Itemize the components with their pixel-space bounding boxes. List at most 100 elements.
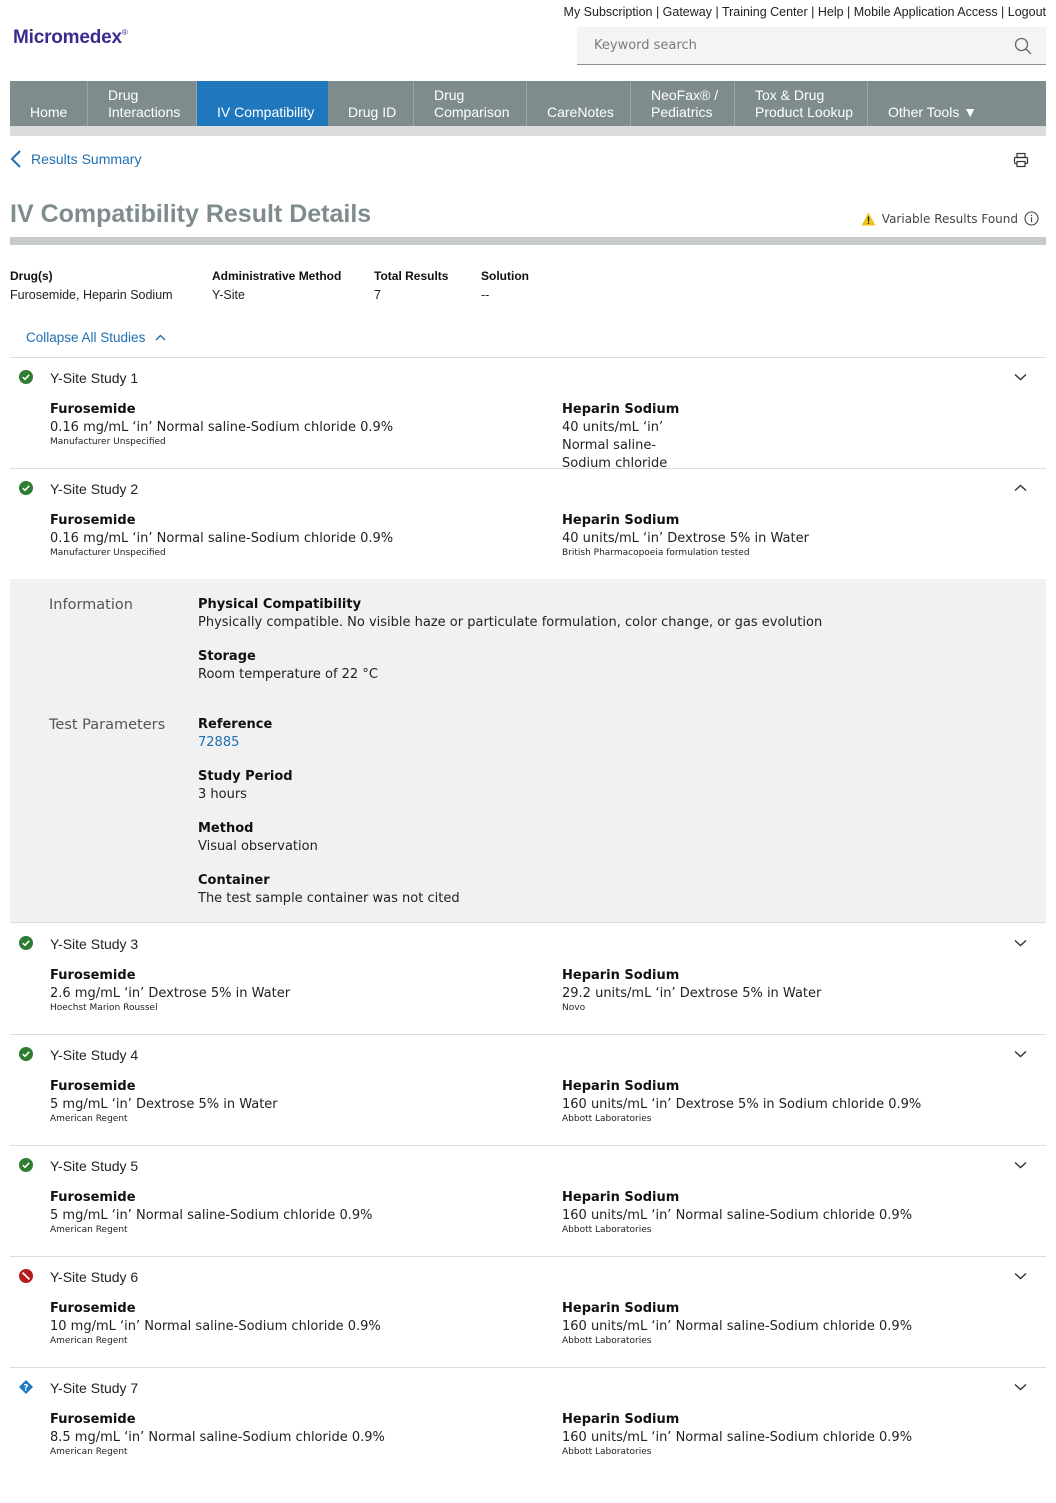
chevron-down-icon[interactable] — [1014, 1161, 1027, 1169]
study-4-title[interactable]: Y-Site Study 4 — [50, 1047, 138, 1063]
study-1-drug2-name: Heparin Sodium — [562, 402, 680, 417]
chevron-down-icon[interactable] — [1014, 373, 1027, 381]
study-5-drug2-name: Heparin Sodium — [562, 1190, 680, 1205]
nav-underbar — [10, 126, 1046, 136]
study-1-drug2-conc-line2: Normal saline- — [562, 438, 657, 453]
drugs-value: Furosemide, Heparin Sodium — [10, 288, 173, 302]
nav-home[interactable]: Home — [10, 81, 88, 126]
total-results-value: 7 — [374, 288, 381, 302]
study-6-drug2-mfr: Abbott Laboratories — [562, 1336, 652, 1346]
study-1-drug1-mfr: Manufacturer Unspecified — [50, 437, 166, 447]
study-divider — [10, 468, 1046, 469]
compatible-check-icon — [19, 1047, 33, 1061]
info-icon[interactable] — [1024, 211, 1039, 226]
compatible-check-icon — [19, 1158, 33, 1172]
study-divider — [10, 1034, 1046, 1035]
study-1-title[interactable]: Y-Site Study 1 — [50, 370, 138, 386]
search-icon[interactable] — [1014, 37, 1032, 55]
nav-iv-compatibility[interactable]: IV Compatibility — [197, 81, 328, 133]
physical-compatibility-label: Physical Compatibility — [198, 597, 362, 612]
study-4-drug1-name: Furosemide — [50, 1079, 136, 1094]
study-period-label: Study Period — [198, 769, 293, 784]
results-summary-label: Results Summary — [31, 151, 142, 167]
reference-label: Reference — [198, 717, 273, 732]
study-7-drug2-mfr: Abbott Laboratories — [562, 1447, 652, 1457]
study-4-drug1-conc: 5 mg/mL ‘in’ Dextrose 5% in Water — [50, 1097, 278, 1112]
compatible-check-icon — [19, 936, 33, 950]
logo-registered-mark: ® — [121, 28, 128, 37]
storage-value: Room temperature of 22 °C — [198, 667, 378, 682]
nav-neofax-pediatrics[interactable]: NeoFax® / Pediatrics — [631, 81, 735, 126]
method-value: Y-Site — [212, 288, 245, 302]
study-4-drug1-mfr: American Regent — [50, 1114, 128, 1124]
study-5-drug2-mfr: Abbott Laboratories — [562, 1225, 652, 1235]
study-7-drug1-name: Furosemide — [50, 1412, 136, 1427]
nav-drug-interactions[interactable]: Drug Interactions — [88, 81, 197, 126]
container-value: The test sample container was not cited — [198, 891, 460, 906]
nav-carenotes[interactable]: CareNotes — [527, 81, 631, 126]
compatible-check-icon — [19, 370, 33, 384]
study-4-drug2-conc: 160 units/mL ‘in’ Dextrose 5% in Sodium … — [562, 1097, 922, 1112]
logo-text: Micromedex — [13, 27, 122, 48]
chevron-up-icon[interactable] — [1014, 484, 1027, 492]
study-2-drug2-conc: 40 units/mL ‘in’ Dextrose 5% in Water — [562, 531, 809, 546]
study-period-value: 3 hours — [198, 787, 247, 802]
study-1-drug2-conc: 40 units/mL ‘in’ — [562, 420, 664, 435]
study-6-title[interactable]: Y-Site Study 6 — [50, 1269, 138, 1285]
nav-tox-drug-lookup[interactable]: Tox & Drug Product Lookup — [735, 81, 868, 126]
chevron-down-icon[interactable] — [1014, 1272, 1027, 1280]
study-4-drug2-mfr: Abbott Laboratories — [562, 1114, 652, 1124]
utility-links[interactable]: My Subscription | Gateway | Training Cen… — [564, 5, 1046, 19]
study-2-title[interactable]: Y-Site Study 2 — [50, 481, 138, 497]
drugs-label: Drug(s) — [10, 269, 53, 283]
study-7-drug1-mfr: American Regent — [50, 1447, 128, 1457]
collapse-all-button[interactable]: Collapse All Studies — [26, 330, 166, 345]
storage-label: Storage — [198, 649, 256, 664]
study-2-details-panel — [10, 579, 1046, 923]
study-7-title[interactable]: Y-Site Study 7 — [50, 1380, 138, 1396]
total-results-label: Total Results — [374, 269, 449, 283]
study-1-drug1-name: Furosemide — [50, 402, 136, 417]
chevron-down-icon[interactable] — [1014, 939, 1027, 947]
incompatible-icon — [19, 1269, 33, 1283]
study-2-drug2-mfr: British Pharmacopoeia formulation tested — [562, 548, 750, 558]
study-2-drug1-name: Furosemide — [50, 513, 136, 528]
variable-results-label: Variable Results Found — [881, 211, 1018, 226]
study-3-title[interactable]: Y-Site Study 3 — [50, 936, 138, 952]
study-5-drug1-name: Furosemide — [50, 1190, 136, 1205]
method-label: Administrative Method — [212, 269, 342, 283]
study-6-drug2-conc: 160 units/mL ‘in’ Normal saline-Sodium c… — [562, 1319, 913, 1334]
reference-link[interactable]: 72885 — [198, 735, 239, 750]
results-summary-link[interactable]: Results Summary — [10, 150, 141, 168]
search-input[interactable] — [577, 27, 997, 63]
study-5-title[interactable]: Y-Site Study 5 — [50, 1158, 138, 1174]
study-3-drug1-conc: 2.6 mg/mL ‘in’ Dextrose 5% in Water — [50, 986, 291, 1001]
micromedex-logo[interactable]: Micromedex® — [13, 27, 128, 49]
nav-drug-comparison[interactable]: Drug Comparison — [414, 81, 527, 126]
variable-results-indicator: Variable Results Found — [861, 211, 1039, 226]
solution-label: Solution — [481, 269, 529, 283]
title-divider — [10, 237, 1046, 245]
study-5-drug1-conc: 5 mg/mL ‘in’ Normal saline-Sodium chlori… — [50, 1208, 373, 1223]
study-divider — [10, 1256, 1046, 1257]
study-7-drug2-name: Heparin Sodium — [562, 1412, 680, 1427]
study-2-drug1-mfr: Manufacturer Unspecified — [50, 548, 166, 558]
print-icon[interactable] — [1013, 152, 1029, 168]
chevron-down-icon[interactable] — [1014, 1050, 1027, 1058]
chevron-up-icon — [155, 334, 166, 341]
study-5-drug2-conc: 160 units/mL ‘in’ Normal saline-Sodium c… — [562, 1208, 913, 1223]
chevron-down-icon[interactable] — [1014, 1383, 1027, 1391]
method-detail-value: Visual observation — [198, 839, 318, 854]
compatible-check-icon — [19, 481, 33, 495]
nav-drug-id[interactable]: Drug ID — [328, 81, 414, 126]
solution-value: -- — [481, 288, 490, 302]
svg-text:?: ? — [23, 1383, 28, 1393]
method-detail-label: Method — [198, 821, 254, 836]
study-6-drug2-name: Heparin Sodium — [562, 1301, 680, 1316]
study-6-drug1-mfr: American Regent — [50, 1336, 128, 1346]
study-2-drug1-conc: 0.16 mg/mL ‘in’ Normal saline-Sodium chl… — [50, 531, 394, 546]
information-section-label: Information — [49, 597, 133, 613]
nav-other-tools[interactable]: Other Tools ▼ — [868, 81, 1046, 126]
study-divider — [10, 1367, 1046, 1368]
study-3-drug2-name: Heparin Sodium — [562, 968, 680, 983]
